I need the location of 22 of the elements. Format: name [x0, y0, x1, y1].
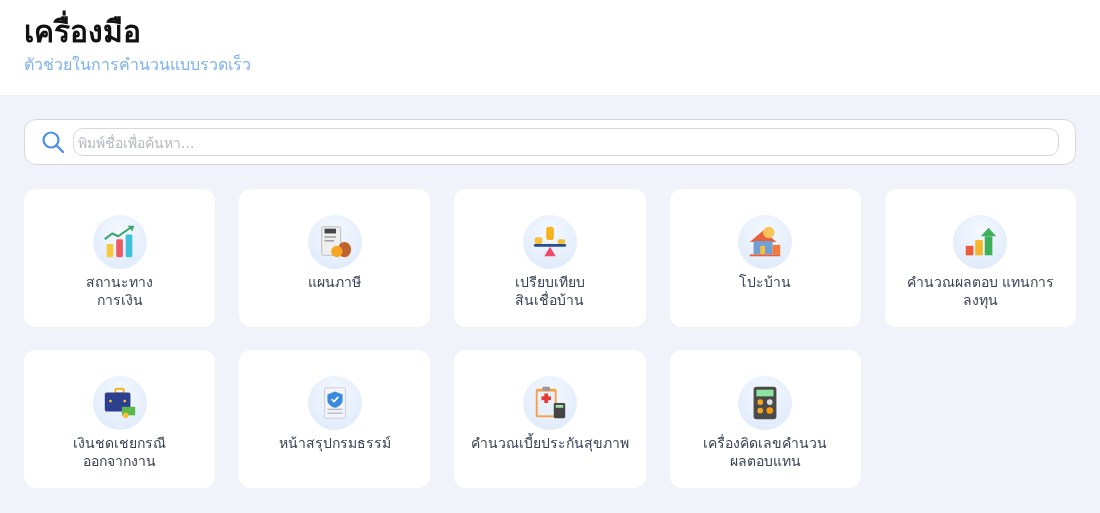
- search-field[interactable]: พิมพ์ชื่อเพื่อค้นหา...: [73, 128, 1059, 156]
- tool-card[interactable]: คำนวณผลตอบ แทนการ ลงทุน: [884, 189, 1076, 327]
- page-title: เครื่องมือ: [24, 12, 1076, 52]
- page-subtitle: ตัวช่วยในการคำนวนแบบรวดเร็ว: [24, 54, 252, 76]
- tool-card[interactable]: เงินชดเชยกรณี ออกจากงาน: [24, 350, 216, 488]
- tool-card[interactable]: เครื่องคิดเลขคำนวน ผลตอบแทน: [669, 350, 861, 488]
- tool-card[interactable]: แผนภาษี: [239, 189, 431, 327]
- tool-card[interactable]: หน้าสรุปกรมธรรม์: [239, 350, 431, 488]
- tool-label: หน้าสรุปกรมธรรม์: [278, 434, 391, 452]
- tool-label: เงินชดเชยกรณี ออกจากงาน: [73, 434, 167, 470]
- tool-card[interactable]: สถานะทาง การเงิน: [24, 189, 216, 327]
- tool-card[interactable]: โปะบ้าน: [669, 189, 861, 327]
- tool-label: คำนวณเบี้ยประกันสุขภาพ: [471, 434, 629, 452]
- tool-label: เปรียบเทียบ สินเชื่อบ้าน: [515, 273, 585, 309]
- search-icon: [41, 130, 65, 154]
- tool-label: เครื่องคิดเลขคำนวน ผลตอบแทน: [703, 434, 828, 470]
- tool-label: คำนวณผลตอบ แทนการ ลงทุน: [906, 273, 1055, 309]
- tool-label: สถานะทาง การเงิน: [86, 273, 154, 309]
- tool-card[interactable]: เปรียบเทียบ สินเชื่อบ้าน: [454, 189, 646, 327]
- tool-label: โปะบ้าน: [739, 273, 792, 291]
- tool-label: แผนภาษี: [308, 273, 362, 291]
- tool-card[interactable]: คำนวณเบี้ยประกันสุขภาพ: [454, 350, 646, 488]
